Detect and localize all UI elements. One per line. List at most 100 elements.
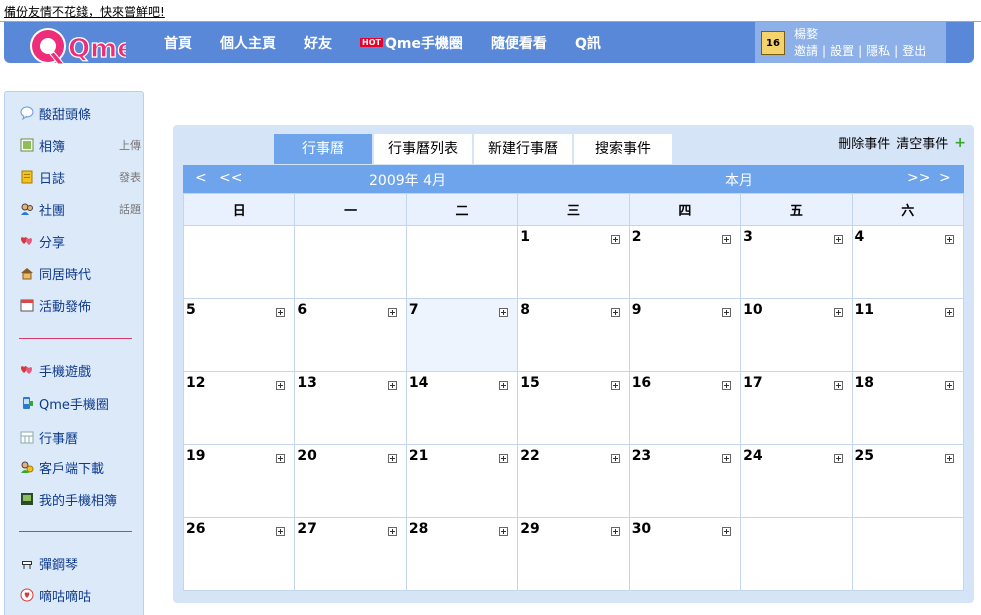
add-event-icon[interactable] (610, 381, 620, 390)
add-event-icon[interactable] (610, 527, 620, 536)
add-event-icon[interactable] (276, 381, 286, 390)
sidebar-item-schedule[interactable]: 行事曆 (19, 426, 139, 448)
tab-new-calendar[interactable]: 新建行事曆 (474, 134, 572, 164)
add-event-icon[interactable] (945, 381, 954, 390)
calendar-day-cell[interactable]: 15 (517, 371, 630, 445)
calendar-day-cell[interactable]: 26 (182, 517, 296, 591)
calendar-day-cell[interactable]: 12 (182, 371, 296, 445)
calendar-day-cell[interactable]: 30 (628, 517, 742, 591)
sidebar-item-mobile-games[interactable]: 手機遊戲 (19, 359, 139, 381)
album-upload-link[interactable]: 上傳 (119, 137, 141, 153)
delete-events-link[interactable]: 刪除事件 (838, 133, 890, 152)
tab-calendar-list[interactable]: 行事曆列表 (374, 134, 472, 164)
add-event-icon[interactable] (499, 308, 509, 317)
add-event-icon[interactable] (945, 454, 954, 463)
calendar-day-cell[interactable]: 24 (740, 444, 853, 518)
this-month-button[interactable]: 本月 (725, 170, 753, 190)
prev-month-button[interactable]: < (195, 170, 207, 186)
add-event-icon[interactable] (945, 308, 954, 317)
sidebar-item-album[interactable]: 相簿 上傳 (19, 134, 141, 156)
logout-link[interactable]: 登出 (902, 44, 926, 58)
calendar-day-cell[interactable]: 7 (405, 298, 519, 372)
calendar-day-cell[interactable]: 1 (517, 225, 630, 299)
community-topic-link[interactable]: 話題 (119, 201, 141, 217)
add-event-icon[interactable] (276, 308, 286, 317)
sidebar-item-share[interactable]: 分享 (19, 230, 139, 252)
sidebar-item-community[interactable]: 社團 話題 (19, 198, 141, 220)
qme-logo[interactable]: Qme (26, 24, 126, 70)
nav-mobile-circle[interactable]: HOT Qme手機圈 (360, 33, 463, 53)
sidebar-item-piano[interactable]: 彈鋼琴 (19, 552, 139, 574)
sidebar-item-chirp[interactable]: 嘀咕嘀咕 (19, 584, 139, 606)
calendar-day-cell[interactable]: 14 (405, 371, 519, 445)
calendar-day-cell[interactable]: 10 (740, 298, 853, 372)
avatar[interactable]: 16 (761, 31, 785, 55)
calendar-day-cell[interactable]: 28 (405, 517, 519, 591)
calendar-day-cell[interactable]: 17 (740, 371, 853, 445)
prev-year-button[interactable]: << (219, 170, 242, 186)
diary-post-link[interactable]: 發表 (119, 169, 141, 185)
add-event-icon[interactable] (722, 381, 732, 390)
add-event-icon[interactable] (722, 527, 732, 536)
calendar-day-cell[interactable]: 2 (628, 225, 742, 299)
sidebar-item-client-download[interactable]: 客戶端下載 (19, 456, 139, 478)
add-event-icon[interactable] (499, 454, 509, 463)
sidebar-item-cohabit[interactable]: 同居時代 (19, 262, 139, 284)
add-event-icon[interactable] (276, 527, 286, 536)
add-icon[interactable]: + (954, 135, 966, 151)
add-event-icon[interactable] (722, 235, 732, 244)
calendar-day-cell[interactable]: 29 (517, 517, 630, 591)
sidebar-item-qme-mobile[interactable]: Qme手機圈 (19, 392, 139, 414)
add-event-icon[interactable] (833, 235, 843, 244)
calendar-day-cell[interactable]: 27 (294, 517, 407, 591)
add-event-icon[interactable] (387, 527, 397, 536)
add-event-icon[interactable] (499, 527, 509, 536)
calendar-day-cell[interactable]: 13 (294, 371, 407, 445)
banner-link[interactable]: 備份友情不花錢，快來嘗鮮吧! (4, 3, 165, 20)
add-event-icon[interactable] (387, 454, 397, 463)
calendar-day-cell[interactable]: 25 (851, 444, 965, 518)
nav-profile[interactable]: 個人主頁 (220, 33, 276, 53)
nav-browse[interactable]: 隨便看看 (491, 33, 547, 53)
tab-search-events[interactable]: 搜索事件 (574, 134, 672, 164)
clear-events-link[interactable]: 清空事件 (896, 133, 948, 152)
add-event-icon[interactable] (833, 308, 843, 317)
nav-q-message[interactable]: Q訊 (575, 33, 601, 53)
add-event-icon[interactable] (276, 454, 286, 463)
calendar-day-cell[interactable]: 8 (517, 298, 630, 372)
add-event-icon[interactable] (387, 308, 397, 317)
nav-friends[interactable]: 好友 (304, 33, 332, 53)
calendar-day-cell[interactable]: 5 (182, 298, 296, 372)
add-event-icon[interactable] (722, 308, 732, 317)
sidebar-item-events[interactable]: 活動發佈 (19, 294, 139, 316)
privacy-link[interactable]: 隱私 (866, 44, 890, 58)
add-event-icon[interactable] (610, 235, 620, 244)
calendar-day-cell[interactable]: 6 (294, 298, 407, 372)
add-event-icon[interactable] (833, 381, 843, 390)
next-month-button[interactable]: > (939, 170, 951, 186)
calendar-day-cell[interactable]: 23 (628, 444, 742, 518)
invite-link[interactable]: 邀請 (794, 44, 818, 58)
nav-home[interactable]: 首頁 (164, 33, 192, 53)
sidebar-item-diary[interactable]: 日誌 發表 (19, 166, 141, 188)
tab-calendar[interactable]: 行事曆 (274, 134, 372, 164)
add-event-icon[interactable] (499, 381, 509, 390)
add-event-icon[interactable] (722, 454, 732, 463)
calendar-day-cell[interactable]: 18 (851, 371, 965, 445)
add-event-icon[interactable] (833, 454, 843, 463)
calendar-day-cell[interactable]: 3 (740, 225, 853, 299)
calendar-day-cell[interactable]: 21 (405, 444, 519, 518)
add-event-icon[interactable] (945, 235, 954, 244)
sidebar-item-phone-album[interactable]: 我的手機相簿 (19, 488, 139, 510)
calendar-day-cell[interactable]: 22 (517, 444, 630, 518)
sidebar-item-headlines[interactable]: 酸甜頭條 (19, 102, 139, 124)
calendar-day-cell[interactable]: 16 (628, 371, 742, 445)
settings-link[interactable]: 設置 (830, 44, 854, 58)
username[interactable]: 楊婺 (794, 25, 818, 42)
add-event-icon[interactable] (610, 308, 620, 317)
add-event-icon[interactable] (387, 381, 397, 390)
calendar-day-cell[interactable]: 19 (182, 444, 296, 518)
calendar-day-cell[interactable]: 11 (851, 298, 965, 372)
add-event-icon[interactable] (610, 454, 620, 463)
calendar-day-cell[interactable]: 9 (628, 298, 742, 372)
